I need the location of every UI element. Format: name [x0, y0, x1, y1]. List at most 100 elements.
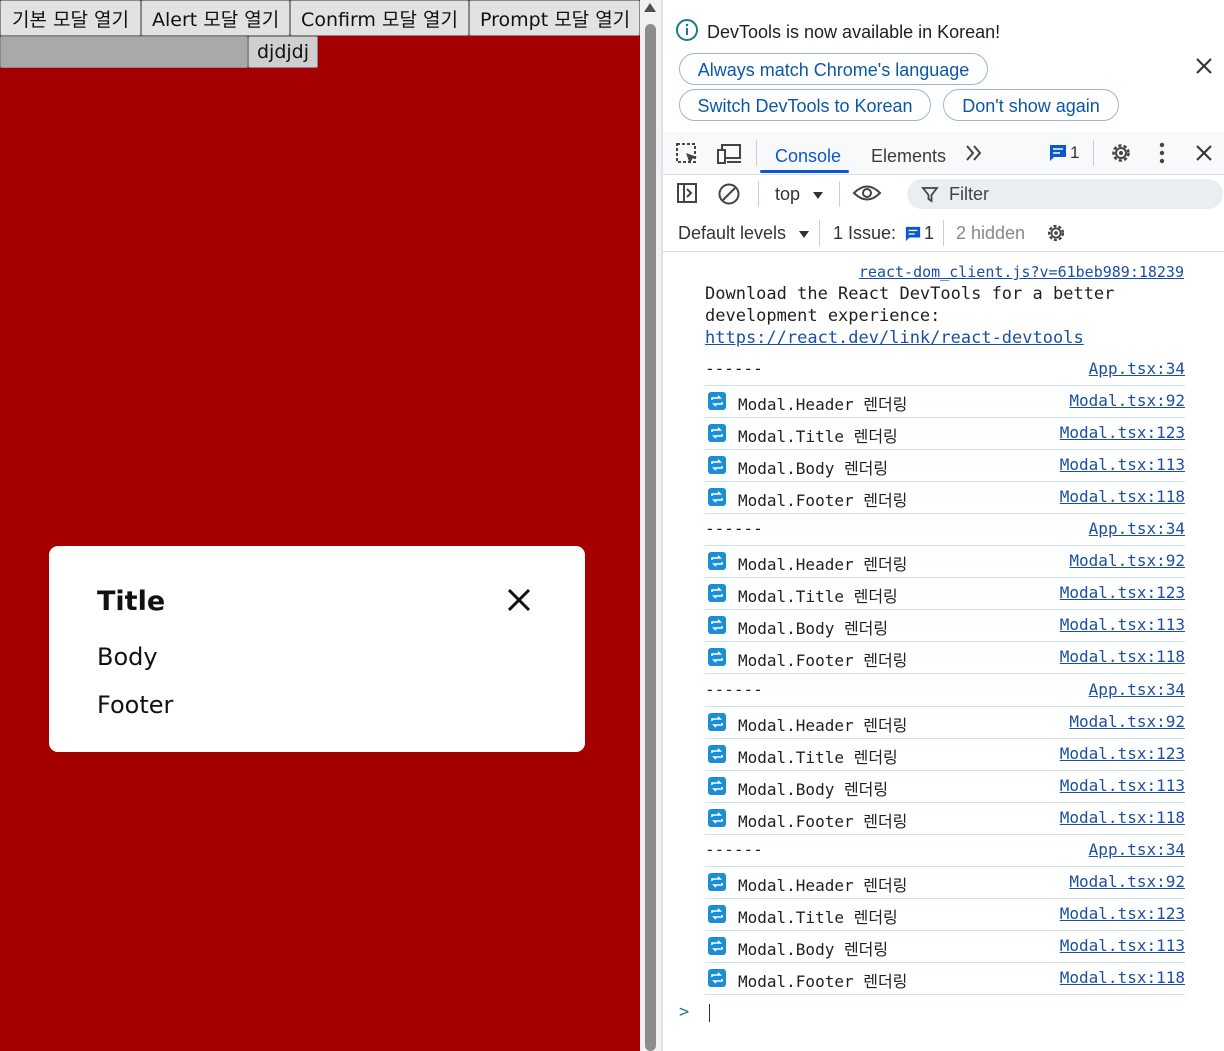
- console-source-link[interactable]: App.tsx:34: [1089, 840, 1185, 859]
- react-devtools-source-link[interactable]: react-dom_client.js?v=61beb989:18239: [859, 263, 1184, 281]
- console-toolbar-levels: Default levels 1 Issue: 1 2 hidden: [663, 215, 1224, 252]
- issues-badge[interactable]: 1: [1049, 143, 1079, 163]
- prompt-chevron-icon: >: [679, 1002, 690, 1022]
- react-devtools-url-link[interactable]: https://react.dev/link/react-devtools: [705, 328, 1084, 348]
- issues-link[interactable]: 1 Issue: 1: [833, 223, 934, 244]
- djdjdj-button[interactable]: djdjdj: [248, 36, 318, 68]
- console-message: Modal.Title 렌더링: [738, 748, 898, 767]
- inspect-element-icon[interactable]: [675, 142, 699, 171]
- repeat-count-icon: [708, 424, 726, 442]
- console-source-link[interactable]: Modal.tsx:113: [1060, 615, 1185, 634]
- console-separator-row: ------ App.tsx:34: [705, 353, 1185, 386]
- repeat-count-icon: [708, 648, 726, 666]
- close-icon[interactable]: [501, 582, 537, 618]
- sidebar-toggle-icon[interactable]: [676, 182, 698, 209]
- console-source-link[interactable]: Modal.tsx:118: [1060, 647, 1185, 666]
- react-message-line-2: development experience:: [705, 306, 941, 326]
- prompt-cursor: [708, 1003, 710, 1022]
- devtools-tabbar: Console Elements 1: [663, 132, 1224, 175]
- top-button-bar: 기본 모달 열기 Alert 모달 열기 Confirm 모달 열기 Promp…: [0, 0, 640, 36]
- repeat-count-icon: [708, 969, 726, 987]
- open-confirm-modal-button[interactable]: Confirm 모달 열기: [290, 0, 469, 36]
- console-source-link[interactable]: Modal.tsx:123: [1060, 423, 1185, 442]
- console-source-link[interactable]: Modal.tsx:123: [1060, 583, 1185, 602]
- page-scrollbar[interactable]: [640, 0, 661, 1051]
- console-message: Modal.Header 렌더링: [738, 716, 908, 735]
- console-message: Modal.Footer 렌더링: [738, 812, 908, 831]
- text-input[interactable]: [0, 36, 248, 68]
- react-message-line-1: Download the React DevTools for a better: [705, 284, 1115, 304]
- default-levels-label: Default levels: [678, 223, 787, 243]
- console-separator-row: ------ App.tsx:34: [705, 513, 1185, 546]
- console-prompt[interactable]: >: [679, 1002, 1199, 1026]
- console-source-link[interactable]: Modal.tsx:118: [1060, 968, 1185, 987]
- console-source-link[interactable]: Modal.tsx:113: [1060, 936, 1185, 955]
- always-match-language-button[interactable]: Always match Chrome's language: [679, 53, 988, 85]
- live-expression-eye-icon[interactable]: [852, 182, 882, 209]
- scroll-up-arrow-icon[interactable]: [644, 3, 656, 12]
- tab-elements[interactable]: Elements: [871, 146, 946, 167]
- console-log-row: Modal.Footer 렌더링 Modal.tsx:118: [705, 641, 1185, 674]
- modal-footer: Footer: [97, 691, 174, 719]
- open-alert-modal-button[interactable]: Alert 모달 열기: [141, 0, 290, 36]
- open-basic-modal-button[interactable]: 기본 모달 열기: [0, 0, 141, 36]
- console-source-link[interactable]: Modal.tsx:123: [1060, 904, 1185, 923]
- device-toolbar-icon[interactable]: [717, 142, 743, 171]
- scroll-thumb[interactable]: [645, 24, 656, 1051]
- console-source-link[interactable]: Modal.tsx:92: [1069, 391, 1185, 410]
- console-separator-row: ------ App.tsx:34: [705, 834, 1185, 867]
- repeat-count-icon: [708, 777, 726, 795]
- console-message: Modal.Title 렌더링: [738, 587, 898, 606]
- console-log-row: Modal.Header 렌더링 Modal.tsx:92: [705, 706, 1185, 739]
- switch-to-korean-button[interactable]: Switch DevTools to Korean: [679, 89, 931, 121]
- modal-dialog: Title Body Footer: [49, 546, 585, 752]
- active-tab-indicator: [760, 170, 849, 173]
- settings-gear-icon[interactable]: [1108, 140, 1134, 171]
- repeat-count-icon: [708, 937, 726, 955]
- console-log-row: Modal.Header 렌더링 Modal.tsx:92: [705, 866, 1185, 899]
- filter-input[interactable]: Filter: [907, 179, 1223, 209]
- more-tabs-icon[interactable]: [963, 142, 985, 169]
- clear-console-icon[interactable]: [717, 182, 741, 211]
- repeat-count-icon: [708, 584, 726, 602]
- app-viewport: 기본 모달 열기 Alert 모달 열기 Confirm 모달 열기 Promp…: [0, 0, 640, 1051]
- console-source-link[interactable]: App.tsx:34: [1089, 359, 1185, 378]
- more-options-icon[interactable]: [1158, 142, 1166, 169]
- repeat-count-icon: [708, 905, 726, 923]
- react-devtools-message: Download the React DevTools for a better…: [705, 283, 1114, 349]
- console-source-link[interactable]: App.tsx:34: [1089, 519, 1185, 538]
- console-message: Modal.Body 렌더링: [738, 459, 889, 478]
- close-infobar-icon[interactable]: [1194, 56, 1214, 76]
- open-prompt-modal-button[interactable]: Prompt 모달 열기: [469, 0, 640, 36]
- repeat-count-icon: [708, 809, 726, 827]
- console-message: Modal.Footer 렌더링: [738, 651, 908, 670]
- console-message: ------: [705, 519, 763, 538]
- console-source-link[interactable]: Modal.tsx:92: [1069, 872, 1185, 891]
- console-source-link[interactable]: Modal.tsx:113: [1060, 776, 1185, 795]
- tab-console[interactable]: Console: [775, 146, 841, 167]
- console-message: Modal.Title 렌더링: [738, 908, 898, 927]
- console-settings-gear-icon[interactable]: [1044, 221, 1068, 250]
- console-source-link[interactable]: Modal.tsx:92: [1069, 551, 1185, 570]
- dont-show-again-button[interactable]: Don't show again: [943, 89, 1119, 121]
- console-message: ------: [705, 680, 763, 699]
- repeat-count-icon: [708, 713, 726, 731]
- console-message: Modal.Header 렌더링: [738, 395, 908, 414]
- issue-message-icon: [1050, 145, 1066, 161]
- console-message: ------: [705, 359, 763, 378]
- close-devtools-icon[interactable]: [1194, 143, 1214, 168]
- issues-count: 1: [1070, 143, 1080, 162]
- console-source-link[interactable]: App.tsx:34: [1089, 680, 1185, 699]
- console-source-link[interactable]: Modal.tsx:123: [1060, 744, 1185, 763]
- console-log-row: Modal.Body 렌더링 Modal.tsx:113: [705, 930, 1185, 963]
- info-icon: [675, 18, 699, 47]
- console-source-link[interactable]: Modal.tsx:113: [1060, 455, 1185, 474]
- context-selector[interactable]: top: [775, 184, 824, 205]
- console-toolbar: top Filter: [663, 175, 1224, 213]
- default-levels-dropdown[interactable]: Default levels: [678, 223, 810, 244]
- console-source-link[interactable]: Modal.tsx:118: [1060, 808, 1185, 827]
- console-message: Modal.Header 렌더링: [738, 555, 908, 574]
- console-source-link[interactable]: Modal.tsx:118: [1060, 487, 1185, 506]
- infobar-message: DevTools is now available in Korean!: [707, 22, 1001, 42]
- console-source-link[interactable]: Modal.tsx:92: [1069, 712, 1185, 731]
